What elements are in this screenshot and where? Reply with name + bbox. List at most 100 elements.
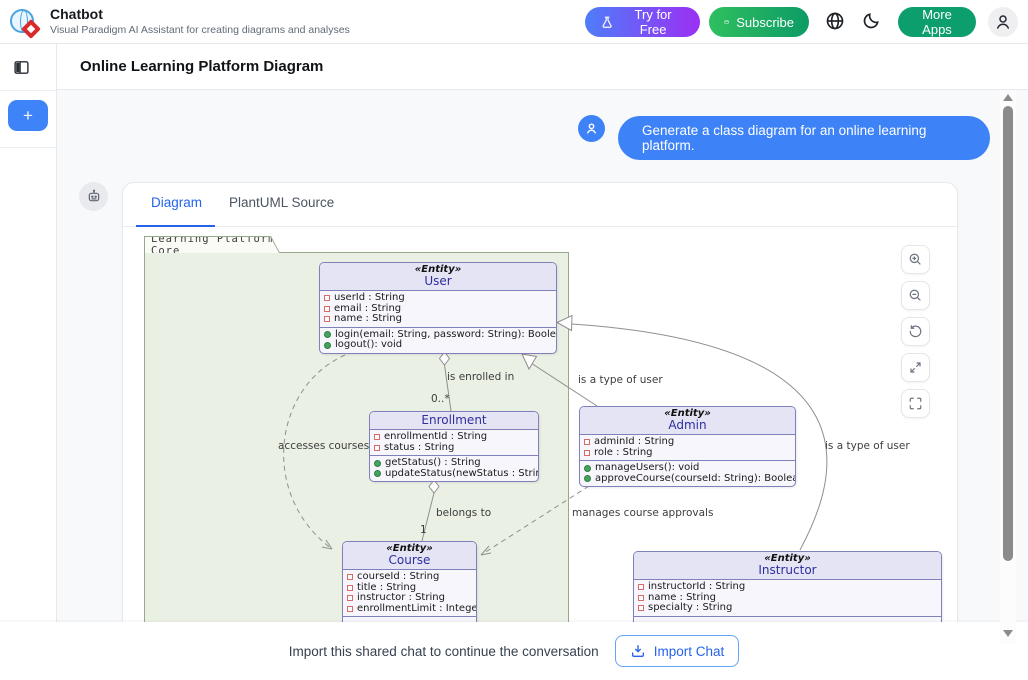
class-name: Admin [584,419,791,432]
import-footer: Import this shared chat to continue the … [0,622,1028,680]
class-course[interactable]: «Entity» Course courseId : String title … [342,541,477,622]
tab-diagram[interactable]: Diagram [151,195,202,210]
scroll-up-arrow[interactable] [1003,94,1013,101]
relationship-label: is a type of user [825,440,910,452]
relationship-label: is a type of user [578,374,663,386]
attribute: status : String [384,443,454,454]
attribute-icon [324,295,330,301]
attribute: instructorId : String [648,582,745,593]
zoom-in-button[interactable] [901,245,930,274]
credit-card-icon [724,14,729,30]
try-for-free-button[interactable]: Try for Free [585,7,700,37]
multiplicity-label: 0..* [431,393,450,405]
scroll-down-arrow[interactable] [1003,630,1013,637]
method: logout(): void [335,340,402,351]
diagram-viewport[interactable]: Learning Platform Core [123,227,957,622]
class-attributes: instructorId : String name : String spec… [634,580,941,616]
new-chat-button[interactable]: + [8,100,48,131]
class-name: Course [347,554,472,567]
globe-language-icon[interactable] [825,11,845,31]
multiplicity-label: 1 [420,524,427,536]
attribute-icon [584,450,590,456]
attribute: name : String [334,314,402,325]
person-icon [994,13,1012,31]
user-account-avatar[interactable] [988,7,1018,37]
attribute-icon [638,605,644,611]
attribute: courseId : String [357,572,439,583]
subscribe-button[interactable]: Subscribe [709,7,809,37]
zoom-in-icon [908,252,923,267]
fullscreen-button[interactable] [901,389,930,418]
card-tab-bar: Diagram PlantUML Source [123,183,957,227]
visual-paradigm-logo-icon [10,8,38,36]
flask-icon [600,15,614,30]
plus-icon: + [23,106,33,126]
page-title-bar: Online Learning Platform Diagram [57,44,1028,90]
robot-icon [86,189,102,205]
class-header: «Entity» User [320,263,556,291]
app-subtitle: Visual Paradigm AI Assistant for creatin… [50,24,350,36]
class-methods: getStatus() : String updateStatus(newSta… [370,455,538,481]
sidebar-toggle-icon[interactable] [13,59,30,76]
user-message-bubble: Generate a class diagram for an online l… [618,116,990,160]
class-header: «Entity» Instructor [634,552,941,580]
download-icon [630,643,646,659]
class-header: «Entity» Course [343,542,476,570]
subscribe-label: Subscribe [736,15,794,30]
class-methods: login(email: String, password: String): … [320,327,556,353]
reset-view-button[interactable] [901,317,930,346]
fullscreen-brackets-icon [908,396,923,411]
class-user[interactable]: «Entity» User userId : String email : St… [319,262,557,354]
attribute: instructor : String [357,593,445,604]
try-for-free-label: Try for Free [621,7,685,37]
class-admin[interactable]: «Entity» Admin adminId : String role : S… [579,406,796,487]
import-footer-text: Import this shared chat to continue the … [289,644,599,659]
method: updateStatus(newStatus : String) [385,469,539,480]
zoom-out-icon [908,288,923,303]
user-message-avatar [578,115,605,142]
class-name: User [324,275,552,288]
class-header: Enrollment [370,412,538,430]
class-attributes: userId : String email : String name : St… [320,291,556,327]
app-header: Chatbot Visual Paradigm AI Assistant for… [0,0,1028,44]
chat-area: Generate a class diagram for an online l… [57,90,1028,622]
attribute-icon [374,445,380,451]
method: manageUsers(): void [595,463,699,474]
more-apps-button[interactable]: More Apps [898,7,976,37]
attribute-icon [347,606,353,612]
zoom-out-button[interactable] [901,281,930,310]
relationship-label: belongs to [436,507,491,519]
method: approveCourse(courseId: String): Boolean [595,474,796,485]
app-title: Chatbot [50,6,103,22]
class-attributes: adminId : String role : String [580,435,795,460]
class-name: Instructor [638,564,937,577]
attribute: specialty : String [648,603,732,614]
vertical-scrollbar[interactable] [1000,90,1016,644]
attribute-icon [324,306,330,312]
method-icon [584,475,591,482]
method-icon [584,465,591,472]
expand-button[interactable] [901,353,930,382]
attribute: userId : String [334,293,405,304]
method-icon [324,331,331,338]
sidebar-divider [0,90,56,91]
method-icon [324,342,331,349]
attribute-icon [374,434,380,440]
relationship-label: manages course approvals [572,507,713,519]
class-instructor[interactable]: «Entity» Instructor instructorId : Strin… [633,551,942,622]
attribute-icon [324,316,330,322]
diagram-result-card: Diagram PlantUML Source Learning Platfor… [122,182,958,622]
class-enrollment[interactable]: Enrollment enrollmentId : String status … [369,411,539,482]
import-chat-button[interactable]: Import Chat [615,635,740,667]
attribute-icon [584,439,590,445]
class-header: «Entity» Admin [580,407,795,435]
attribute-icon [347,595,353,601]
sidebar: + [0,44,57,622]
expand-arrows-icon [908,360,923,375]
page-title: Online Learning Platform Diagram [80,58,323,75]
dark-mode-moon-icon[interactable] [861,11,881,31]
attribute: enrollmentId : String [384,432,487,443]
scrollbar-thumb[interactable] [1003,106,1013,561]
tab-plantuml-source[interactable]: PlantUML Source [229,195,334,210]
class-methods: manageUsers(): void approveCourse(course… [580,460,795,486]
